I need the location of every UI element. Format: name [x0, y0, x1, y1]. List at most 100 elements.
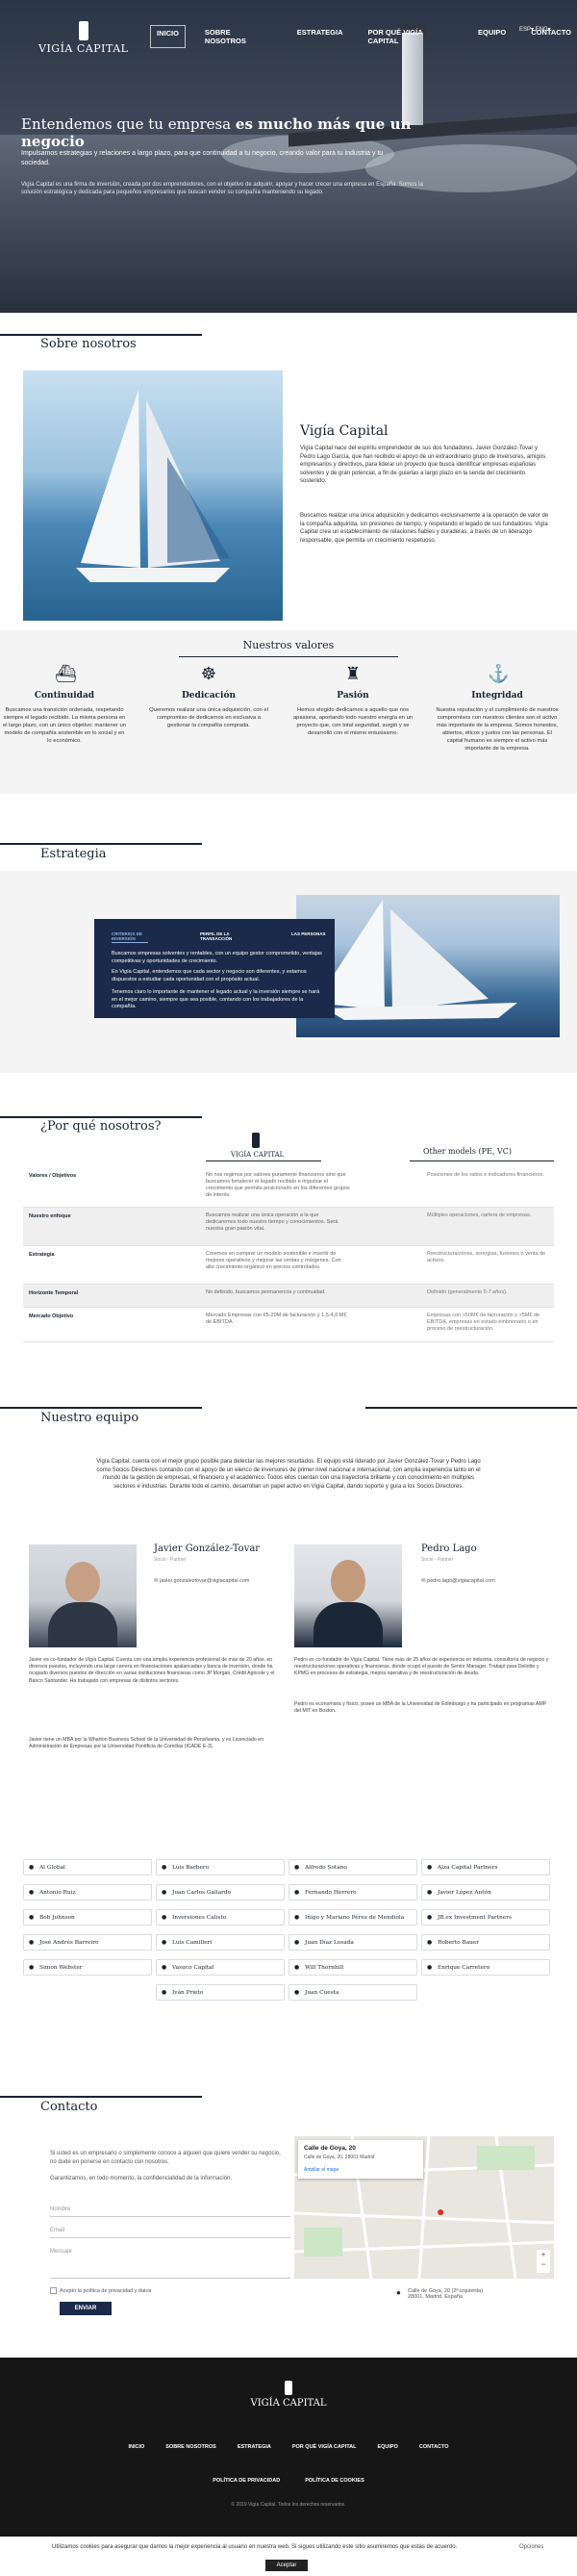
- footer-logo[interactable]: VIGÍA CAPITAL: [0, 2398, 577, 2409]
- investor-item: Inversiones Calisto: [156, 1909, 285, 1926]
- vigia-cell: Creemos en comprar un modelo sostenible …: [206, 1251, 341, 1270]
- member-email[interactable]: ✉ javier.gonzaleztovar@vigiacapital.com: [154, 1578, 249, 1584]
- nav-sobre-nosotros[interactable]: SOBRE NOSOTROS: [199, 25, 278, 48]
- location-pin-icon: ●: [396, 2288, 401, 2297]
- lighthouse-icon: ♜: [344, 664, 362, 683]
- value-card: ♜ Pasión Hemos elegido dedicarnos a aque…: [290, 664, 415, 737]
- member-email[interactable]: ✉ pedro.lago@vigiacapital.com: [421, 1578, 495, 1584]
- javier-photo: [29, 1544, 137, 1647]
- cookie-policy-link[interactable]: POLÍTICA DE COOKIES: [305, 2478, 364, 2484]
- nav-inicio[interactable]: INICIO: [150, 25, 186, 48]
- face: [331, 1560, 365, 1602]
- member-role: Socio - Partner: [421, 1557, 454, 1563]
- tab-criterios[interactable]: CRITERIOS DE INVERSIÓN: [112, 931, 150, 941]
- name-field[interactable]: Nombre: [50, 2204, 290, 2217]
- hero-text: Vigía Capital es una firma de inversión,…: [21, 182, 423, 195]
- nav-estrategia[interactable]: ESTRATEGIA: [291, 25, 349, 48]
- enlarge-map-link[interactable]: Ampliar el mapa: [304, 2167, 339, 2173]
- value-name: Continuidad: [34, 691, 95, 701]
- main-nav: INICIO SOBRE NOSOTROS ESTRATEGIA POR QUÉ…: [150, 25, 577, 48]
- value-card: ☸ Dedicación Queremos realizar una única…: [146, 664, 271, 729]
- suit: [48, 1602, 117, 1647]
- other-cell: Múltiples operaciones, cartera de empres…: [427, 1212, 532, 1218]
- investor-item: Juan Carlos Gallardo: [156, 1884, 285, 1900]
- row-label: Estrategia: [29, 1252, 55, 1258]
- face: [65, 1562, 100, 1602]
- tab-personas[interactable]: LAS PERSONAS: [291, 931, 330, 936]
- investor-item: Alza Capital Partners: [421, 1859, 550, 1875]
- send-button[interactable]: ENVIAR: [60, 2302, 112, 2315]
- value-name: Integridad: [471, 691, 523, 701]
- footer-nav-sobre[interactable]: SOBRE NOSOTROS: [165, 2444, 216, 2450]
- footer-nav-por-que[interactable]: POR QUÉ VIGÍA CAPITAL: [292, 2444, 357, 2450]
- investor-item: Simon Webster: [23, 1959, 152, 1976]
- header-logo[interactable]: VIGÍA CAPITAL: [38, 21, 128, 55]
- investor-item: Iñigo y Mariano Pérez de Mendiola: [288, 1909, 417, 1926]
- row-label: Valores / Objetivos: [29, 1173, 77, 1179]
- other-models-heading: Other models (PE, VC): [423, 1147, 512, 1156]
- hero-title: Entendemos que tu empresa es mucho más q…: [21, 115, 412, 150]
- strategy-paragraph-3: Tenemos claro lo importante de mantener …: [112, 989, 320, 1009]
- investor-item: Vasuco Capital: [156, 1959, 285, 1976]
- member-role: Socio - Partner: [154, 1557, 187, 1563]
- member-name: Pedro Lago: [421, 1543, 477, 1554]
- privacy-policy-link[interactable]: POLÍTICA DE PRIVACIDAD: [213, 2478, 280, 2484]
- message-field[interactable]: Mensaje: [50, 2246, 290, 2279]
- lighthouse-icon: [252, 1133, 260, 1148]
- copyright: © 2019 Vigía Capital. Todos los derechos…: [231, 2502, 346, 2508]
- value-name: Pasión: [337, 691, 369, 701]
- investor-item: Iván Prieto: [156, 1984, 285, 2001]
- footer: VIGÍA CAPITAL INICIO SOBRE NOSOTROS ESTR…: [0, 2358, 577, 2540]
- table-row: Estrategia Creemos en comprar un modelo …: [23, 1246, 554, 1285]
- lighthouse-icon: [78, 21, 88, 40]
- investor-item: Javier López Antón: [421, 1884, 550, 1900]
- lighthouse-icon: [285, 2381, 292, 2395]
- ship-icon: ⛴: [55, 664, 77, 683]
- team-title: Nuestro equipo: [40, 1411, 139, 1425]
- footer-nav-contacto[interactable]: CONTACTO: [419, 2444, 449, 2450]
- cookie-bar: Utilizamos cookies para asegurar que dam…: [0, 2537, 577, 2576]
- cookie-accept-button[interactable]: Aceptar: [265, 2560, 308, 2571]
- investor-item: Antonio Ruiz: [23, 1884, 152, 1900]
- email-field[interactable]: Email: [50, 2225, 290, 2238]
- other-cell: Definido (generalmente 5-7 años).: [427, 1289, 508, 1295]
- vigia-cell: No definido, buscamos permanencia y cont…: [206, 1289, 326, 1295]
- contact-address: Calle de Goya, 20 (2ª izquierda) 28001, …: [408, 2288, 484, 2300]
- zoom-controls[interactable]: + −: [537, 2250, 550, 2273]
- footer-nav-equipo[interactable]: EQUIPO: [377, 2444, 397, 2450]
- sailboat-photo: [23, 370, 283, 621]
- nav-equipo[interactable]: EQUIPO: [472, 25, 512, 48]
- other-cell: Reestructuraciones, sinergias, fusiones …: [427, 1251, 546, 1263]
- pedro-photo: [294, 1544, 402, 1647]
- pedro-bio: Pedro es co-fundador de Vigía Capital. T…: [294, 1657, 549, 1677]
- tab-perfil[interactable]: PERFIL DE LA TRANSACCIÓN: [200, 931, 253, 941]
- value-text: Queremos realizar una única adquisición,…: [149, 707, 268, 728]
- sailboat-illustration: [76, 390, 230, 582]
- map-title: Calle de Goya, 20: [304, 2145, 356, 2152]
- vigia-cell: No nos regimos por valores puramente fin…: [206, 1172, 350, 1198]
- privacy-checkbox[interactable]: [50, 2287, 57, 2294]
- nav-por-que[interactable]: POR QUÉ VIGÍA CAPITAL: [363, 25, 459, 48]
- google-map[interactable]: Calle de Goya, 20 Calle de Goya, 20, 280…: [294, 2136, 554, 2279]
- cookie-options-link[interactable]: Opciones: [519, 2544, 543, 2550]
- privacy-label[interactable]: Acepto la política de privacidad y datos: [60, 2288, 151, 2294]
- footer-nav-estrategia[interactable]: ESTRATEGIA: [238, 2444, 271, 2450]
- other-cell: Empresas con >50M€ de facturación y >5M€…: [427, 1313, 540, 1332]
- pedro-bio-2: Pedro es economista y físico, posee un M…: [294, 1701, 547, 1715]
- investor-item: Al Global: [23, 1859, 152, 1875]
- javier-bio: Javier es co-fundador de Vigía Capital. …: [29, 1657, 275, 1684]
- why-logo-text: VIGÍA CAPITAL: [231, 1151, 285, 1159]
- logo-text: VIGÍA CAPITAL: [38, 42, 129, 55]
- footer-nav-inicio[interactable]: INICIO: [128, 2444, 144, 2450]
- row-label: Horizonte Temporal: [29, 1290, 79, 1296]
- investor-item: Bob Johnson: [23, 1909, 152, 1926]
- values-divider: [179, 656, 398, 657]
- language-selector[interactable]: ESP▾ ENG▾: [519, 26, 551, 33]
- section-underline: [0, 1116, 202, 1118]
- footer-legal: POLÍTICA DE PRIVACIDAD POLÍTICA DE COOKI…: [0, 2478, 577, 2484]
- about-paragraph-1: Vigía Capital nace del espíritu emprende…: [300, 446, 546, 484]
- map-pin-icon: ●: [437, 2204, 445, 2219]
- active-tab-indicator: [112, 942, 148, 943]
- other-cell: Posiciones de los ratios e indicadores f…: [427, 1172, 544, 1178]
- investor-item: Luis Camilleri: [156, 1934, 285, 1951]
